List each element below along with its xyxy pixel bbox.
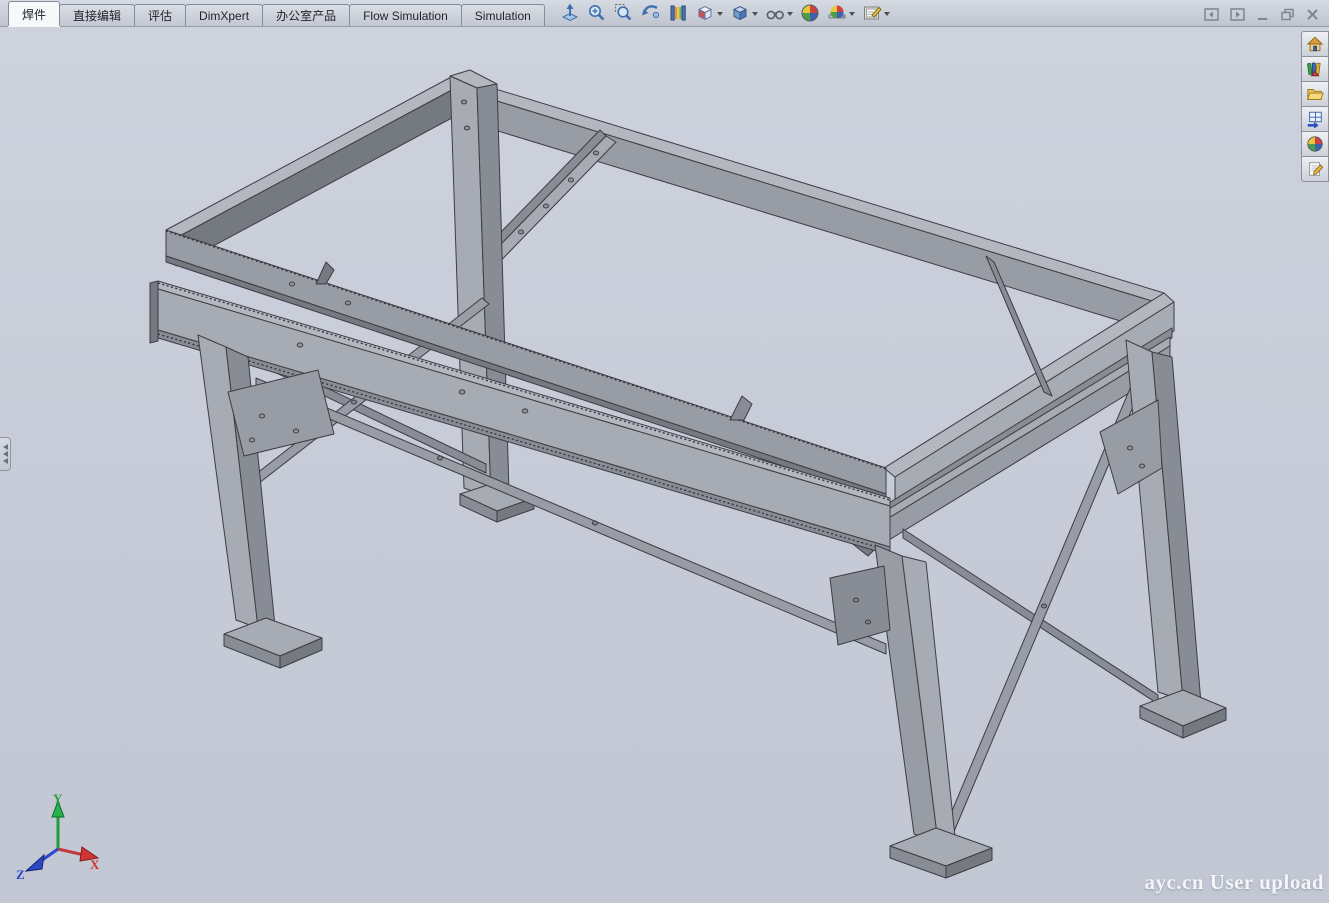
minimize-icon[interactable]: [1256, 8, 1269, 21]
graphics-viewport[interactable]: Y X Z ayc.cn User upload: [0, 26, 1329, 903]
ribbon-bar: 焊件 直接编辑 评估 DimXpert 办公室产品 Flow Simulatio…: [0, 0, 1329, 27]
tab-evaluate[interactable]: 评估: [134, 4, 186, 26]
view-settings-icon[interactable]: [862, 3, 882, 23]
display-style-dropdown[interactable]: [752, 12, 758, 16]
task-pane-appearances-scenes[interactable]: [1301, 131, 1329, 157]
appearances-sphere-icon: [1306, 135, 1324, 153]
triad-z-label: Z: [16, 867, 25, 881]
custom-properties-icon: [1306, 160, 1324, 178]
view-toolbar: [560, 3, 890, 23]
task-pane: [1301, 31, 1328, 182]
solidworks-window: { "ribbon": { "tabs": [ {"label": "焊件", …: [0, 0, 1329, 903]
hide-show-items-dropdown[interactable]: [787, 12, 793, 16]
watermark: ayc.cn User upload: [1144, 870, 1324, 895]
design-library-icon: [1306, 60, 1324, 78]
ribbon-tabs: 焊件 直接编辑 评估 DimXpert 办公室产品 Flow Simulatio…: [8, 0, 544, 26]
dock-pane-left-icon[interactable]: [1204, 8, 1219, 21]
apply-scene-icon[interactable]: [827, 3, 847, 23]
normal-to-icon[interactable]: [560, 3, 580, 23]
apply-scene-dropdown[interactable]: [849, 12, 855, 16]
tab-simulation[interactable]: Simulation: [461, 4, 545, 26]
task-pane-design-library[interactable]: [1301, 56, 1329, 82]
tab-direct-editing[interactable]: 直接编辑: [59, 4, 135, 26]
hide-show-items-icon[interactable]: [765, 3, 785, 23]
view-palette-icon: [1306, 110, 1324, 128]
tab-weldments[interactable]: 焊件: [8, 1, 60, 26]
featuremanager-flyout-tab[interactable]: [0, 437, 11, 471]
view-orientation-icon[interactable]: [695, 3, 715, 23]
window-controls: [1204, 8, 1329, 26]
display-style-icon[interactable]: [730, 3, 750, 23]
edit-appearance-icon[interactable]: [800, 3, 820, 23]
dock-pane-right-icon[interactable]: [1230, 8, 1245, 21]
section-view-icon[interactable]: [668, 3, 688, 23]
reference-triad: Y X Z: [14, 791, 104, 881]
flag-bracket-left[interactable]: [316, 262, 334, 284]
flag-bracket-right[interactable]: [730, 396, 752, 420]
tab-office-products[interactable]: 办公室产品: [262, 4, 350, 26]
close-icon[interactable]: [1306, 8, 1319, 21]
front-right-leg[interactable]: [830, 545, 992, 878]
restore-icon[interactable]: [1280, 8, 1295, 21]
weldment-model[interactable]: [0, 26, 1329, 903]
tab-dimxpert[interactable]: DimXpert: [185, 4, 263, 26]
task-pane-custom-properties[interactable]: [1301, 156, 1329, 182]
task-pane-view-palette[interactable]: [1301, 106, 1329, 132]
view-settings-dropdown[interactable]: [884, 12, 890, 16]
view-orientation-dropdown[interactable]: [717, 12, 723, 16]
frame-left-rail[interactable]: [166, 76, 463, 266]
triad-y-label: Y: [53, 791, 63, 806]
front-left-leg[interactable]: [198, 335, 334, 668]
zoom-to-fit-icon[interactable]: [587, 3, 607, 23]
zoom-to-area-icon[interactable]: [614, 3, 634, 23]
tab-flow-simulation[interactable]: Flow Simulation: [349, 4, 462, 26]
task-pane-solidworks-resources[interactable]: [1301, 31, 1329, 57]
previous-view-icon[interactable]: [641, 3, 661, 23]
triad-x-label: X: [90, 857, 100, 872]
collapse-arrows-icon: [2, 443, 9, 465]
task-pane-file-explorer[interactable]: [1301, 81, 1329, 107]
folder-icon: [1306, 85, 1324, 103]
home-icon: [1306, 35, 1324, 53]
